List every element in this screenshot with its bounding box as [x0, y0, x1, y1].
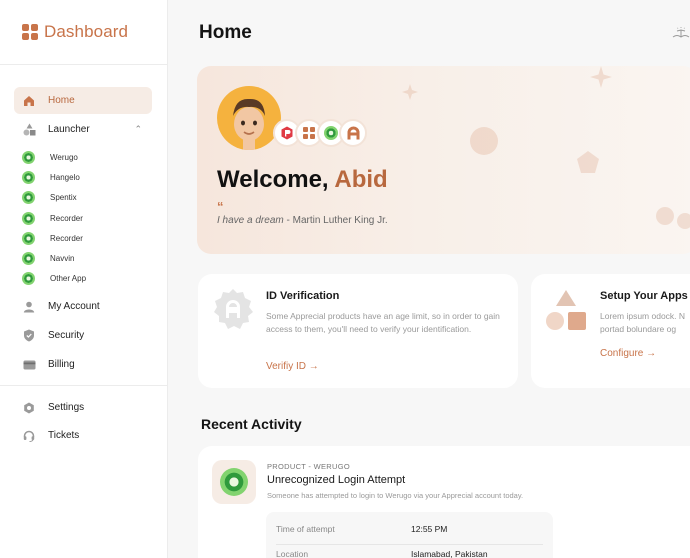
detail-value: 12:55 PM — [411, 524, 448, 534]
book-icon[interactable] — [672, 26, 690, 38]
sidebar-item-label: My Account — [48, 301, 100, 312]
sidebar-app-other[interactable]: Other App — [22, 270, 86, 286]
app-icon — [22, 190, 35, 204]
verify-id-link[interactable]: Verifiy ID → — [266, 361, 319, 372]
app-label: Navvin — [50, 253, 75, 263]
setup-apps-card: Setup Your Apps Lorem ipsum odock. N por… — [531, 274, 690, 388]
decorative-shape — [656, 207, 690, 229]
shapes-icon — [22, 123, 36, 137]
card-description: Some Apprecial products have an age limi… — [266, 311, 500, 334]
decorative-shape — [577, 151, 599, 173]
avatar[interactable] — [217, 86, 281, 150]
werugo-app-icon — [212, 460, 256, 504]
sidebar-item-launcher[interactable]: Launcher ⌃ — [14, 116, 152, 143]
sidebar-item-label: Billing — [48, 359, 75, 370]
sidebar-item-tickets[interactable]: Tickets — [14, 422, 152, 449]
divider — [0, 64, 168, 65]
sidebar-item-label: Home — [48, 95, 75, 106]
sidebar-app-recorder[interactable]: Recorder — [22, 210, 83, 226]
sidebar-item-label: Tickets — [48, 430, 80, 441]
sidebar-item-billing[interactable]: Billing — [14, 351, 152, 378]
sidebar-item-label: Security — [48, 330, 85, 341]
app-icon — [22, 150, 35, 164]
id-verification-card: ID Verification Some Apprecial products … — [198, 274, 518, 388]
page-title: Home — [199, 22, 252, 43]
sidebar-item-label: Settings — [48, 402, 85, 413]
configure-link[interactable]: Configure → — [600, 348, 656, 359]
logo-grid-icon — [22, 24, 38, 40]
activity-details: Time of attempt 12:55 PM Location Islama… — [266, 512, 553, 558]
welcome-heading: Welcome, Abid — [217, 166, 388, 194]
app-badge-orange[interactable] — [339, 119, 367, 147]
verification-badge-icon — [212, 288, 254, 330]
sidebar-item-settings[interactable]: Settings — [14, 394, 152, 421]
app-label: Other App — [50, 273, 87, 283]
recent-activity-heading: Recent Activity — [201, 416, 302, 432]
decorative-shape — [402, 84, 418, 100]
shield-icon — [22, 329, 36, 343]
gear-icon — [22, 401, 36, 415]
detail-key: Location — [276, 549, 309, 558]
home-icon — [22, 94, 36, 108]
detail-value: Islamabad, Pakistan — [411, 549, 488, 558]
app-label: Spentix — [50, 192, 77, 202]
logo-text: Dashboard — [44, 22, 129, 41]
quote-text: I have a dream — [217, 215, 284, 226]
sidebar-app-navvin[interactable]: Navvin — [22, 250, 74, 266]
card-title: ID Verification — [266, 290, 340, 302]
welcome-quote: I have a dream - Martin Luther King Jr. — [217, 215, 388, 226]
app-badges — [273, 119, 367, 147]
sidebar-item-my-account[interactable]: My Account — [14, 293, 152, 320]
headset-icon — [22, 429, 36, 443]
activity-item[interactable]: PRODUCT - WERUGO Unrecognized Login Atte… — [198, 446, 690, 558]
quote-mark-icon: “ — [217, 199, 224, 214]
sidebar: Dashboard Home Launcher ⌃ Werugo Hangelo… — [0, 0, 168, 558]
sidebar-item-security[interactable]: Security — [14, 322, 152, 349]
app-icon — [22, 231, 35, 245]
shapes-illustration-icon — [545, 290, 587, 332]
detail-row: Location Islamabad, Pakistan — [276, 542, 543, 558]
decorative-shape — [470, 127, 498, 155]
activity-title: Unrecognized Login Attempt — [267, 474, 406, 486]
memoji-avatar-icon — [233, 98, 265, 150]
sidebar-item-home[interactable]: Home — [14, 87, 152, 114]
decorative-shape — [590, 66, 612, 88]
divider — [0, 385, 168, 386]
card-icon — [22, 358, 36, 372]
app-label: Recorder — [50, 213, 83, 223]
quote-author: - Martin Luther King Jr. — [286, 215, 388, 226]
sidebar-app-spentix[interactable]: Spentix — [22, 189, 77, 205]
welcome-greeting: Welcome, — [217, 166, 329, 193]
activity-description: Someone has attempted to login to Werugo… — [267, 491, 524, 500]
app-icon — [22, 271, 35, 285]
detail-row: Time of attempt 12:55 PM — [276, 517, 543, 541]
logo[interactable]: Dashboard — [22, 22, 128, 42]
app-label: Werugo — [50, 152, 78, 162]
app-label: Recorder — [50, 233, 83, 243]
welcome-user-name: Abid — [334, 166, 388, 193]
app-label: Hangelo — [50, 172, 80, 182]
card-title: Setup Your Apps — [600, 290, 688, 302]
sidebar-item-label: Launcher — [48, 124, 90, 135]
sidebar-app-werugo[interactable]: Werugo — [22, 149, 78, 165]
user-icon — [22, 300, 36, 314]
app-icon — [22, 170, 35, 184]
activity-product-label: PRODUCT - WERUGO — [267, 462, 350, 471]
chevron-up-icon[interactable]: ⌃ — [134, 124, 142, 135]
sidebar-app-hangelo[interactable]: Hangelo — [22, 169, 80, 185]
detail-key: Time of attempt — [276, 524, 335, 534]
welcome-card: Welcome, Abid “ I have a dream - Martin … — [197, 66, 690, 254]
card-description: Lorem ipsum odock. N portad bolundare og — [600, 311, 686, 334]
app-icon — [22, 211, 35, 225]
sidebar-app-recorder-2[interactable]: Recorder — [22, 230, 83, 246]
app-icon — [22, 251, 35, 265]
